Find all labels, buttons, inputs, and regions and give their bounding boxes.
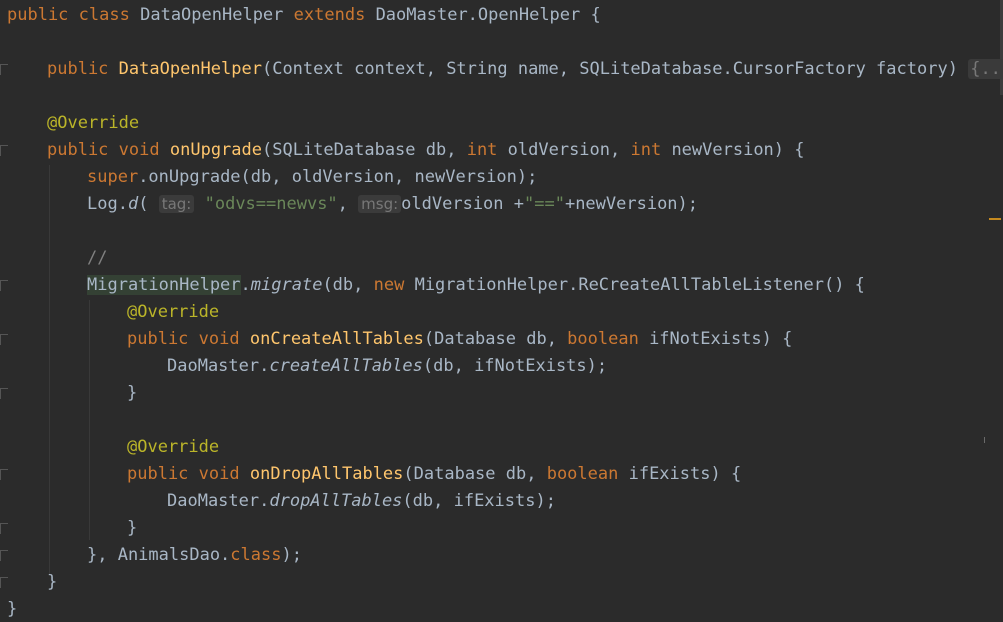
keyword: void [118,140,160,160]
code: ); [281,545,302,565]
comma: , [337,194,359,214]
keyword: public [127,329,189,349]
keyword: public [7,5,69,25]
code-line-brace[interactable]: } [7,596,17,622]
expression: oldVersion + [401,194,524,214]
fold-marker-icon[interactable] [0,334,8,345]
fold-marker-icon[interactable] [0,469,8,480]
warning-marker[interactable] [989,218,1001,220]
indent-guide [49,165,50,575]
keyword: public [47,59,109,79]
annotation: @Override [47,113,140,133]
code-line-listener-close[interactable]: }, AnimalsDao.class); [87,542,302,569]
method-name: createAllTables [269,356,423,376]
parameter-hint: tag: [158,195,195,213]
args: (db, ifExists); [402,491,556,511]
code-line-method-ondrop[interactable]: public void onDropAllTables(Database db,… [127,461,741,488]
brace: } [47,572,58,592]
fold-marker-icon[interactable] [0,388,8,399]
keyword: boolean [567,329,639,349]
code-line-drop-tables[interactable]: DaoMaster.dropAllTables(db, ifExists); [167,488,556,515]
code: }, AnimalsDao. [87,545,231,565]
indent-guide [89,300,90,540]
keyword: void [198,464,240,484]
paren: ( [138,194,149,214]
method-name: onCreateAllTables [249,329,424,349]
folded-code-block[interactable]: {...} [968,59,1003,79]
keyword: void [198,329,240,349]
code-line-method-onupgrade[interactable]: public void onUpgrade(SQLiteDatabase db,… [47,137,805,164]
params: (Database db, [403,464,547,484]
params: oldVersion, [497,140,631,160]
keyword: extends [293,5,366,25]
comment: // [87,248,108,268]
string-literal: "==" [524,194,565,214]
params: (db, [322,275,374,295]
parent-class: DaoMaster.OpenHelper { [375,5,601,25]
class-ref: MigrationHelper [87,275,241,295]
keyword: super [87,167,139,187]
annotation: @Override [127,302,220,322]
fold-marker-icon[interactable] [0,145,8,156]
params: MigrationHelper.ReCreateAllTableListener… [404,275,865,295]
code-line-annotation[interactable]: @Override [127,299,219,326]
keyword: class [230,545,282,565]
class-ref: DaoMaster. [167,356,270,376]
expression: +newVersion); [564,194,699,214]
scroll-marker[interactable] [984,437,985,443]
fold-marker-icon[interactable] [0,64,8,75]
code-line-brace[interactable]: } [47,569,57,596]
dot: . [240,275,251,295]
code-line-log-call[interactable]: Log.d( tag: "odvs==newvs", msg: oldVersio… [87,191,698,218]
params: newVersion) { [661,140,805,160]
code-line-method-oncreate[interactable]: public void onCreateAllTables(Database d… [127,326,792,353]
code-line-create-tables[interactable]: DaoMaster.createAllTables(db, ifNotExist… [167,353,607,380]
method-name: migrate [250,275,323,295]
code-line-annotation[interactable]: @Override [127,434,219,461]
method-name: onUpgrade [169,140,262,160]
class-name: DataOpenHelper [140,5,284,25]
brace: } [127,518,138,538]
method-name: dropAllTables [269,491,403,511]
brace: } [127,383,138,403]
keyword: boolean [546,464,619,484]
fold-marker-icon[interactable] [0,577,8,588]
brace: } [7,599,18,619]
keyword: new [373,275,405,295]
code-line-annotation[interactable]: @Override [47,110,139,137]
constructor-params: (Context context, String name, SQLiteDat… [261,59,958,79]
string-literal: "odvs==newvs" [204,194,338,214]
keyword: int [630,140,662,160]
code-line-class-declaration[interactable]: public class DataOpenHelper extends DaoM… [7,2,601,29]
method-name: onDropAllTables [249,464,404,484]
keyword: public [127,464,189,484]
params: (SQLiteDatabase db, [262,140,467,160]
code-line-brace[interactable]: } [127,380,137,407]
code-line-migrate-call[interactable]: MigrationHelper.migrate(db, new Migratio… [87,272,865,299]
keyword: public [47,140,109,160]
class-ref: Log. [87,194,128,214]
call: .onUpgrade(db, oldVersion, newVersion); [138,167,538,187]
params: ifExists) { [618,464,742,484]
fold-marker-icon[interactable] [0,280,8,291]
code-editor[interactable]: public class DataOpenHelper extends DaoM… [0,0,1003,622]
class-ref: DaoMaster. [167,491,270,511]
method-name: d [127,194,139,214]
constructor-name: DataOpenHelper [118,59,262,79]
params: (Database db, [423,329,568,349]
args: (db, ifNotExists); [422,356,608,376]
code-line-brace[interactable]: } [127,515,137,542]
code-line-constructor[interactable]: public DataOpenHelper(Context context, S… [47,56,1003,83]
code-line-super-call[interactable]: super.onUpgrade(db, oldVersion, newVersi… [87,164,537,191]
code-line-comment[interactable]: // [87,245,107,272]
parameter-hint: msg: [358,195,402,213]
keyword: class [78,5,130,25]
annotation: @Override [127,437,220,457]
params: ifNotExists) { [638,329,793,349]
fold-marker-icon[interactable] [0,550,8,561]
keyword: int [466,140,498,160]
fold-marker-icon[interactable] [0,523,8,534]
